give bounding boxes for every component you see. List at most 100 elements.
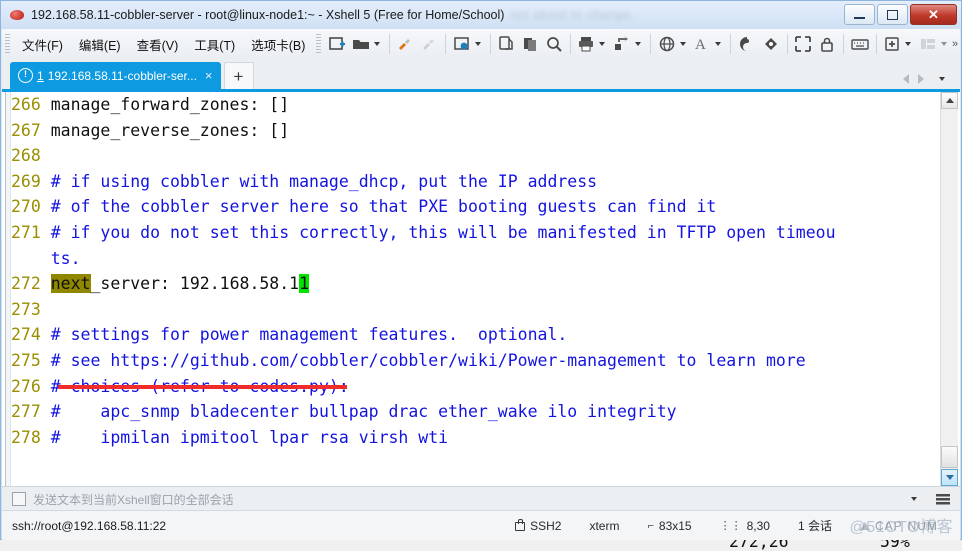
svg-text:A: A — [695, 37, 706, 53]
globe-dropdown-icon[interactable] — [679, 42, 686, 46]
maximize-button[interactable] — [877, 4, 908, 25]
session-properties-icon[interactable] — [450, 32, 474, 56]
terminal-segment: # ipmilan ipmitool lpar rsa virsh wti — [50, 427, 449, 447]
status-term-type: xterm — [575, 519, 633, 533]
fullscreen-icon[interactable] — [792, 32, 816, 56]
status-cells: SSH2 xterm ⌐ 83x15 ⋮⋮ 8,30 1 会话 CAP NUM — [501, 517, 960, 534]
toolbar-separator-8 — [842, 34, 844, 54]
open-folder-dropdown-icon[interactable] — [373, 42, 380, 46]
chevron-down-icon[interactable] — [939, 77, 945, 81]
send-options-dropdown-icon[interactable] — [911, 497, 917, 501]
add-layout-dropdown-icon[interactable] — [905, 42, 912, 46]
session-properties-dropdown-icon[interactable] — [474, 42, 481, 46]
disconnect-icon[interactable] — [417, 32, 441, 56]
font-icon[interactable]: A — [691, 32, 715, 56]
open-folder-icon[interactable] — [349, 32, 373, 56]
globe-icon[interactable] — [655, 32, 679, 56]
minimize-button[interactable] — [844, 4, 875, 25]
sessions-label: 1 会话 — [797, 519, 832, 533]
line-number: 271 — [11, 222, 51, 242]
chevron-left-icon[interactable] — [903, 74, 909, 84]
terminal-line: 275 # see https://github.com/cobbler/cob… — [11, 348, 939, 374]
transfer-icon[interactable] — [610, 32, 634, 56]
send-menu-icon[interactable] — [936, 493, 950, 505]
tab-label: 192.168.58.11-cobbler-ser... — [47, 68, 197, 83]
find-icon[interactable] — [542, 32, 566, 56]
toolbar-grip[interactable] — [316, 34, 322, 54]
scroll-up-icon[interactable] — [941, 92, 958, 109]
copy-icon[interactable] — [495, 32, 519, 56]
line-number: 276 — [11, 376, 51, 396]
terminal-line: 274 # settings for power management feat… — [11, 322, 939, 348]
send-to-all-label: 发送文本到当前Xshell窗口的全部会话 — [33, 492, 234, 507]
new-session-icon[interactable] — [325, 32, 349, 56]
vertical-scrollbar[interactable] — [940, 92, 958, 486]
close-button[interactable]: ✕ — [910, 4, 957, 25]
arrow-up-icon — [859, 521, 870, 530]
terminal-text[interactable]: 266 manage_forward_zones: [] 267 manage_r… — [11, 92, 939, 486]
line-number: 267 — [11, 120, 51, 140]
xshell-window: 192.168.58.11-cobbler-server - root@linu… — [0, 0, 962, 551]
lock-icon — [515, 519, 526, 531]
line-number: 266 — [11, 95, 51, 114]
terminal-segment: _server: 192.168.58.1 — [90, 274, 300, 294]
line-number: 275 — [11, 350, 51, 370]
send-to-all-bar: 发送文本到当前Xshell窗口的全部会话 — [2, 486, 960, 511]
new-tab-button[interactable]: + — [223, 62, 254, 89]
tab-navigation — [903, 74, 960, 89]
line-number: 274 — [11, 325, 51, 345]
terminal-line: 266 manage_forward_zones: [] — [11, 92, 939, 118]
alert-icon: ! — [18, 68, 33, 83]
scrollbar-thumb[interactable] — [941, 446, 958, 468]
terminal-line: ts. — [11, 246, 939, 272]
tab-session-1[interactable]: ! 1 192.168.58.11-cobbler-ser... × — [10, 62, 221, 89]
toolbar-separator-9 — [875, 34, 877, 54]
tab-strip: ! 1 192.168.58.11-cobbler-ser... × + — [2, 59, 960, 92]
toolbar-overflow-icon[interactable]: » — [952, 39, 958, 50]
log-icon[interactable] — [735, 32, 759, 56]
menu-file[interactable]: 文件(F) — [14, 32, 71, 57]
terminal-line: 272 next_server: 192.168.58.11 — [11, 271, 939, 297]
menu-grip[interactable] — [5, 34, 10, 54]
menu-tabs[interactable]: 选项卡(B) — [243, 32, 313, 57]
terminal-segment: manage_forward_zones: [] — [50, 95, 290, 114]
arrange-dropdown-icon[interactable] — [940, 42, 947, 46]
paste-icon[interactable] — [518, 32, 542, 56]
terminal-segment: # if using cobbler with manage_dhcp, put… — [50, 171, 598, 191]
close-icon[interactable]: × — [205, 68, 213, 83]
line-number — [11, 249, 51, 268]
window-title-blurred-suffix: not about to change. — [510, 8, 635, 22]
transfer-dropdown-icon[interactable] — [634, 42, 641, 46]
toolbar-separator-1 — [388, 34, 390, 54]
connect-icon[interactable] — [394, 32, 418, 56]
print-icon[interactable] — [575, 32, 599, 56]
send-to-all-checkbox[interactable] — [12, 492, 26, 506]
terminal-highlight: 1 — [299, 274, 310, 294]
xshell-logo-icon — [9, 7, 25, 23]
menu-tools[interactable]: 工具(T) — [186, 32, 243, 57]
scroll-down-icon[interactable] — [941, 469, 958, 486]
terminal-line: 278 # ipmilan ipmitool lpar rsa virsh wt… — [11, 425, 939, 451]
lock-icon[interactable] — [815, 32, 839, 56]
tab-index: 1 — [37, 68, 44, 83]
chevron-right-icon[interactable] — [918, 74, 924, 84]
terminal-size-label: 83x15 — [658, 518, 692, 533]
toolbar-separator-7 — [786, 34, 788, 54]
status-cursor: ⋮⋮ 8,30 — [706, 519, 784, 533]
num-lock-indicator: NUM — [907, 518, 938, 533]
terminal-segment: # apc_snmp bladecenter bullpap drac ethe… — [50, 402, 677, 422]
cursor-icon: ⋮⋮ — [719, 520, 742, 532]
terminal-area[interactable]: 266 manage_forward_zones: [] 267 manage_r… — [2, 92, 960, 551]
menu-view[interactable]: 查看(V) — [129, 32, 187, 57]
terminal-segment: # see https://github.com/cobbler/cobbler… — [50, 350, 806, 370]
protocol-label: SSH2 — [530, 518, 562, 533]
compose-icon[interactable] — [759, 32, 783, 56]
keyboard-icon[interactable] — [848, 32, 872, 56]
arrange-icon[interactable] — [916, 32, 940, 56]
font-dropdown-icon[interactable] — [715, 42, 722, 46]
menu-edit[interactable]: 编辑(E) — [71, 32, 129, 57]
print-dropdown-icon[interactable] — [599, 42, 606, 46]
terminal-segment: # if you do not set this correctly, this… — [50, 222, 836, 242]
toolbar-separator-6 — [730, 34, 732, 54]
add-layout-icon[interactable] — [881, 32, 905, 56]
